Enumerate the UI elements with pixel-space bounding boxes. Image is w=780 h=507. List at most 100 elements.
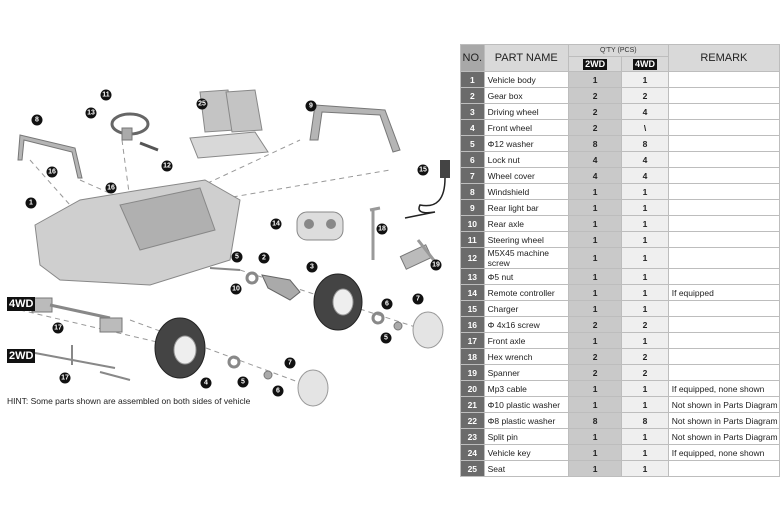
svg-text:13: 13	[87, 110, 95, 117]
qty-2wd: 2	[567, 364, 623, 381]
part-name: Windshield	[483, 183, 569, 200]
part-name: Gear box	[483, 87, 569, 104]
part-name: Vehicle key	[483, 444, 569, 461]
remark	[667, 300, 780, 317]
callout-9: 9	[305, 100, 317, 112]
lock-nut	[393, 321, 403, 331]
part-name: M5X45 machine screw	[483, 247, 569, 269]
remark	[667, 364, 780, 381]
header-no: NO.	[460, 44, 485, 72]
callout-12: 12	[161, 160, 173, 172]
part-name: Wheel cover	[483, 167, 569, 184]
qty-2wd: 1	[567, 460, 623, 477]
part-name: Φ10 plastic washer	[483, 396, 569, 413]
part-number: 9	[460, 199, 485, 216]
remark: Not shown in Parts Diagram	[667, 396, 780, 413]
qty-2wd: 2	[567, 87, 623, 104]
qty-4wd: 1	[621, 71, 669, 88]
qty-2wd: 4	[567, 151, 623, 168]
part-number: 1	[460, 71, 485, 88]
remark: If equipped	[667, 284, 780, 301]
qty-4wd: 4	[621, 151, 669, 168]
svg-text:17: 17	[54, 325, 62, 332]
part-number: 5	[460, 135, 485, 152]
header-4wd: 4WD	[621, 56, 669, 72]
callout-7b: 7	[284, 357, 296, 369]
remark	[667, 460, 780, 477]
remark	[667, 268, 780, 285]
part-number: 20	[460, 380, 485, 397]
part-number: 7	[460, 167, 485, 184]
part-name: Seat	[483, 460, 569, 477]
driving-wheel	[313, 273, 363, 331]
svg-text:6: 6	[276, 388, 280, 395]
svg-text:2: 2	[262, 255, 266, 262]
table-row: 19 Spanner 2 2	[460, 364, 780, 381]
remark	[667, 348, 780, 365]
part-number: 14	[460, 284, 485, 301]
wheel-cover	[412, 311, 444, 349]
callout-14: 14	[270, 218, 282, 230]
svg-text:4: 4	[204, 380, 208, 387]
table-row: 3 Driving wheel 2 4	[460, 103, 780, 120]
svg-text:16: 16	[107, 185, 115, 192]
part-name: Split pin	[483, 428, 569, 445]
part-name: Φ5 nut	[483, 268, 569, 285]
tag-2wd: 2WD	[7, 349, 36, 363]
remark	[667, 183, 780, 200]
qty-2wd: 1	[567, 268, 623, 285]
washer	[227, 355, 241, 369]
qty-4wd: 4	[621, 103, 669, 120]
rear-axle	[209, 267, 241, 271]
qty-2wd: 1	[567, 300, 623, 317]
qty-4wd: 1	[621, 300, 669, 317]
header-qty: Q'TY (PCS)	[567, 44, 669, 57]
qty-2wd: 2	[567, 119, 623, 136]
svg-text:7: 7	[416, 296, 420, 303]
remark: If equipped, none shown	[667, 380, 780, 397]
qty-2wd: 1	[567, 215, 623, 232]
callout-13: 13	[85, 107, 97, 119]
table-row: 21 Φ10 plastic washer 1 1 Not shown in Parts…	[460, 396, 780, 413]
remark	[667, 151, 780, 168]
qty-4wd: 1	[621, 332, 669, 349]
svg-text:7: 7	[288, 360, 292, 367]
tag-4wd: 4WD	[7, 297, 36, 311]
qty-2wd: 1	[567, 332, 623, 349]
machine-screw	[139, 141, 159, 152]
part-number: 4	[460, 119, 485, 136]
header-remark: REMARK	[667, 44, 780, 72]
table-row: 25 Seat 1 1	[460, 460, 780, 477]
table-row: 8 Windshield 1 1	[460, 183, 780, 200]
part-number: 22	[460, 412, 485, 429]
hex-wrench	[369, 206, 381, 260]
remark	[667, 71, 780, 88]
qty-4wd: 1	[621, 428, 669, 445]
part-number: 25	[460, 460, 485, 477]
remark	[667, 119, 780, 136]
part-name: Steering wheel	[483, 231, 569, 248]
callout-1: 1	[25, 197, 37, 209]
washer	[371, 311, 385, 325]
svg-text:9: 9	[309, 103, 313, 110]
qty-4wd: 2	[621, 87, 669, 104]
header-part-name: PART NAME	[483, 44, 569, 72]
front-axle-4wd	[31, 297, 123, 333]
rear-light-bar	[309, 104, 401, 153]
callout-15: 15	[417, 164, 429, 176]
qty-4wd: 1	[621, 444, 669, 461]
part-name: Hex wrench	[483, 348, 569, 365]
table-row: 1 Vehicle body 1 1	[460, 71, 780, 88]
qty-4wd: 2	[621, 316, 669, 333]
part-name: Remote controller	[483, 284, 569, 301]
qty-4wd: 1	[621, 396, 669, 413]
table-row: 12 M5X45 machine screw 1 1	[460, 247, 780, 269]
qty-2wd: 2	[567, 348, 623, 365]
badge-2wd: 2WD	[583, 58, 608, 70]
remark	[667, 167, 780, 184]
qty-4wd: 1	[621, 231, 669, 248]
qty-4wd: 4	[621, 167, 669, 184]
callout-4: 4	[200, 377, 212, 389]
svg-text:17: 17	[61, 375, 69, 382]
part-name: Charger	[483, 300, 569, 317]
